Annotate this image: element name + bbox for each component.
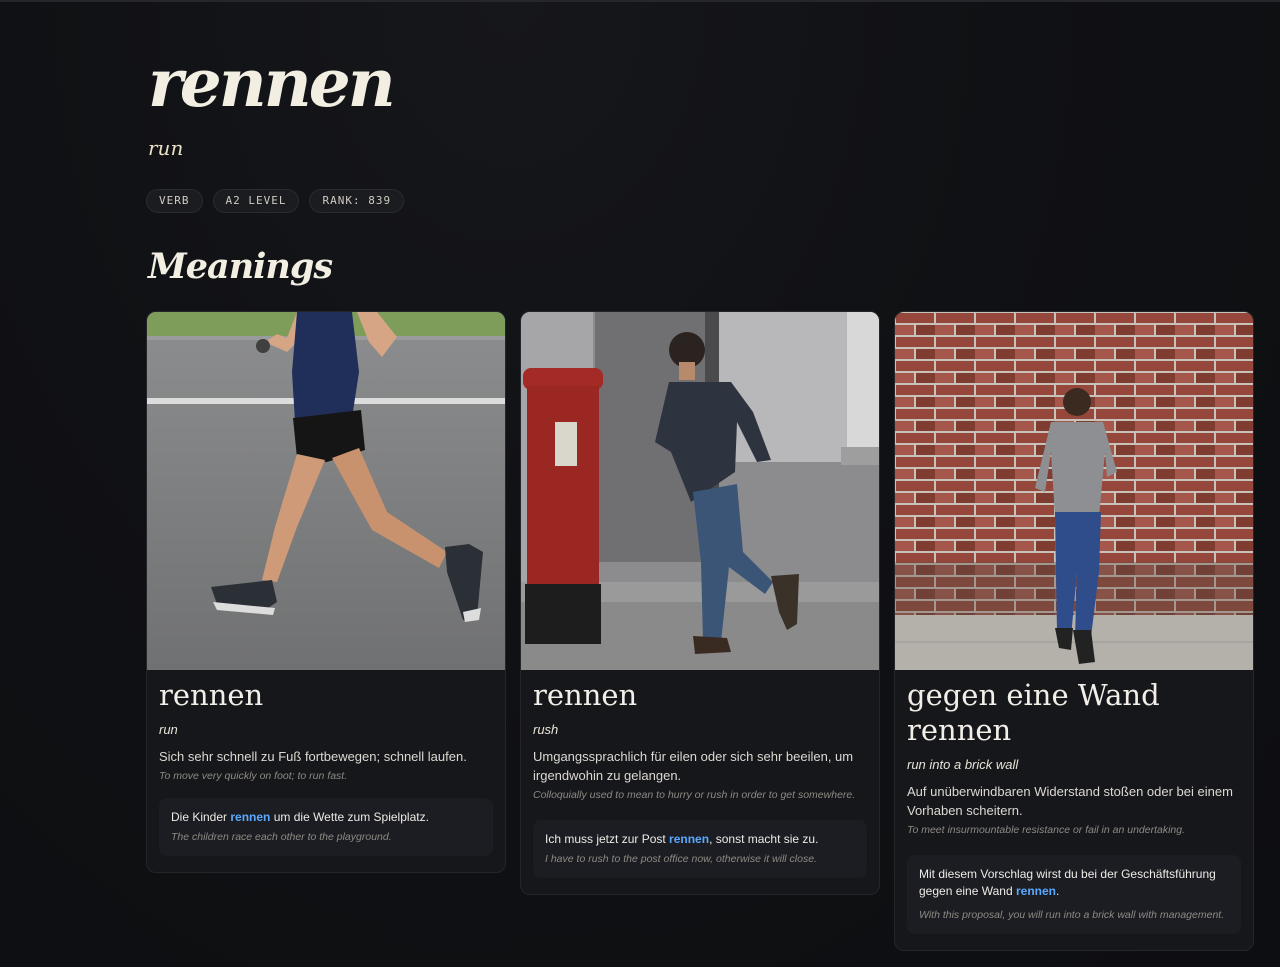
word-badges: VERB A2 LEVEL RANK: 839	[146, 189, 405, 213]
meaning-card-run: rennen run Sich sehr schnell zu Fuß fort…	[146, 311, 506, 873]
example-box: Ich muss jetzt zur Post rennen, sonst ma…	[533, 820, 867, 878]
example-text: um die Wette zum Spielplatz.	[270, 810, 429, 824]
meaning-heading: rennen	[159, 678, 264, 712]
example-text: , sonst macht sie zu.	[709, 832, 819, 846]
rank-badge: RANK: 839	[309, 189, 405, 213]
meaning-translation: rush	[533, 722, 559, 737]
example-text: Die Kinder	[171, 810, 231, 824]
runner-photo	[147, 312, 505, 670]
word-title: rennen	[148, 44, 396, 122]
example-box: Die Kinder rennen um die Wette zum Spiel…	[159, 798, 493, 856]
meanings-heading: Meanings	[148, 246, 333, 287]
example-sentence-english: I have to rush to the post office now, o…	[545, 853, 817, 865]
meaning-heading: gegen eine Wand rennen	[907, 678, 1160, 747]
example-sentence-german: Die Kinder rennen um die Wette zum Spiel…	[171, 809, 481, 826]
example-sentence-german: Mit diesem Vorschlag wirst du bei der Ge…	[919, 866, 1229, 900]
definition-german: Auf unüberwindbaren Widerstand stoßen od…	[907, 784, 1233, 818]
example-text: Ich muss jetzt zur Post	[545, 832, 670, 846]
meaning-translation: run	[159, 722, 178, 737]
rushing-man-photo	[521, 312, 879, 670]
meaning-card-rush: rennen rush Umgangssprachlich für eilen …	[520, 311, 880, 895]
example-highlight: rennen	[230, 810, 271, 824]
definition-english: To meet insurmountable resistance or fai…	[907, 824, 1186, 836]
example-text: .	[1055, 884, 1060, 898]
definition-english: Colloquially used to mean to hurry or ru…	[533, 789, 856, 801]
word-translation: run	[148, 136, 184, 160]
part-of-speech-badge: VERB	[146, 189, 203, 213]
definition-german: Umgangssprachlich für eilen oder sich se…	[533, 749, 854, 783]
example-sentence-german: Ich muss jetzt zur Post rennen, sonst ma…	[545, 831, 855, 848]
example-highlight: rennen	[1015, 884, 1056, 898]
meaning-heading: rennen	[533, 678, 638, 712]
example-box: Mit diesem Vorschlag wirst du bei der Ge…	[907, 855, 1241, 934]
example-sentence-english: With this proposal, you will run into a …	[919, 909, 1225, 921]
definition-english: To move very quickly on foot; to run fas…	[159, 770, 348, 782]
level-badge: A2 LEVEL	[212, 189, 300, 213]
top-divider	[0, 0, 1280, 2]
meaning-translation: run into a brick wall	[907, 757, 1019, 772]
brick-wall-photo	[895, 312, 1253, 670]
definition-german: Sich sehr schnell zu Fuß fortbewegen; sc…	[159, 749, 467, 764]
example-text: Mit diesem Vorschlag wirst du bei der Ge…	[919, 867, 1216, 898]
example-highlight: rennen	[669, 832, 710, 846]
example-sentence-english: The children race each other to the play…	[171, 831, 392, 843]
meaning-card-brick-wall: gegen eine Wand rennen run into a brick …	[894, 311, 1254, 951]
